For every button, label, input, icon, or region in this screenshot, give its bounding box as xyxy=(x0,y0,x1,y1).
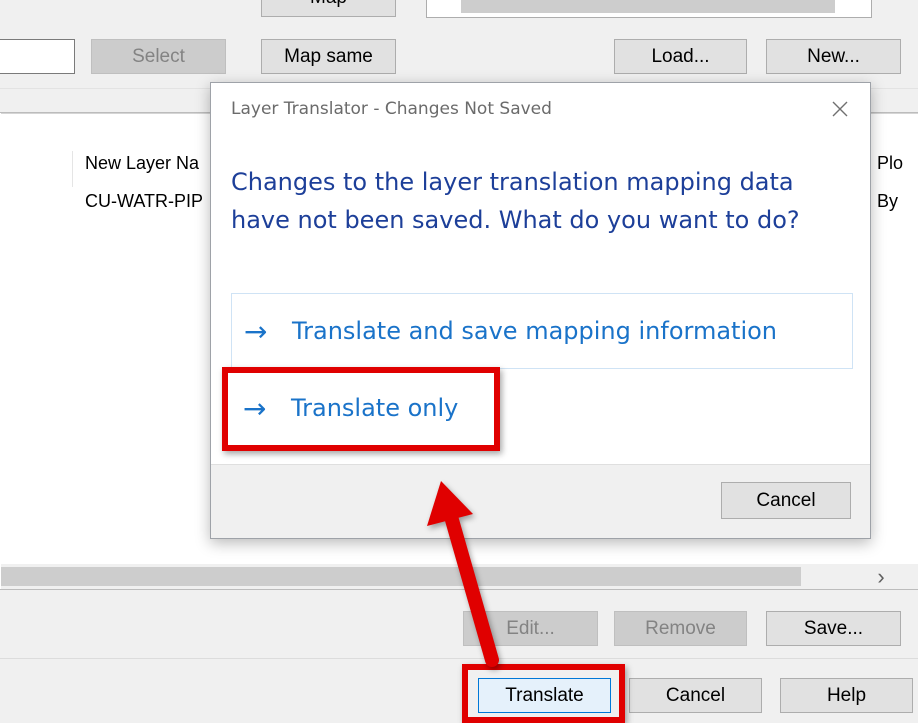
annotation-arrow-icon xyxy=(427,481,499,667)
